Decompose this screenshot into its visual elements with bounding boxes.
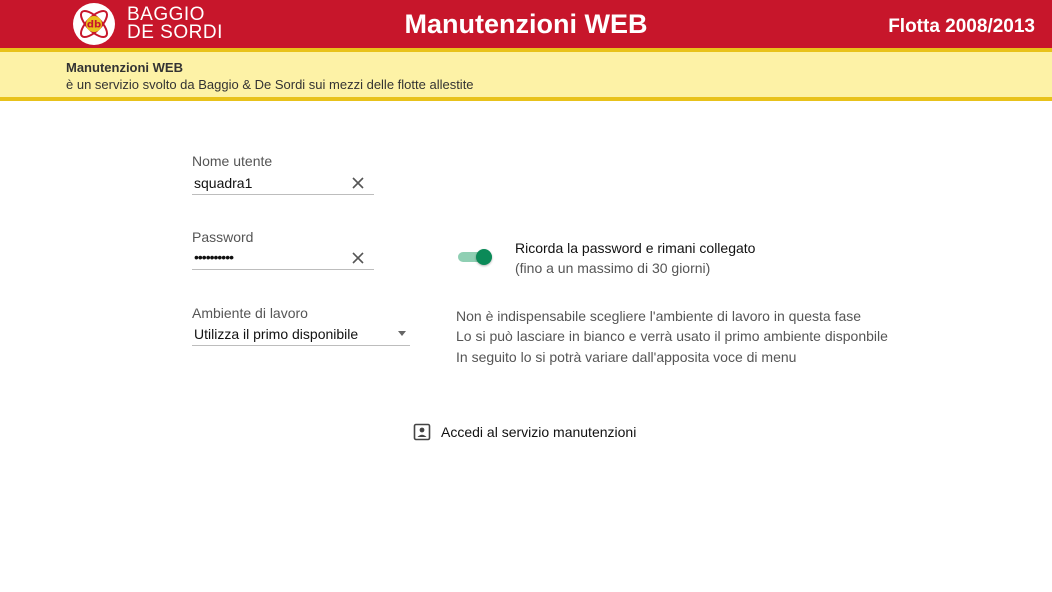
remember-toggle[interactable] bbox=[458, 249, 494, 265]
toggle-thumb bbox=[476, 249, 492, 265]
clear-username-icon[interactable] bbox=[351, 176, 365, 190]
banner-accent-line bbox=[0, 97, 1052, 101]
username-underline bbox=[192, 194, 374, 195]
info-line-1: Non è indispensabile scegliere l'ambient… bbox=[456, 308, 862, 324]
banner-subtitle: è un servizio svolto da Baggio & De Sord… bbox=[66, 77, 474, 92]
password-label: Password bbox=[192, 229, 254, 245]
info-line-3: In seguito lo si potrà variare dall'appo… bbox=[456, 349, 797, 365]
environment-label: Ambiente di lavoro bbox=[192, 305, 308, 321]
username-label: Nome utente bbox=[192, 153, 273, 169]
remember-sublabel: (fino a un massimo di 30 giorni) bbox=[515, 260, 711, 276]
remember-label: Ricorda la password e rimani collegato bbox=[515, 240, 756, 256]
banner-title: Manutenzioni WEB bbox=[66, 60, 183, 75]
info-line-2: Lo si può lasciare in bianco e verrà usa… bbox=[456, 328, 888, 344]
username-input[interactable]: squadra1 bbox=[194, 175, 252, 191]
password-input[interactable]: •••••••••• bbox=[194, 249, 234, 265]
environment-underline bbox=[192, 345, 410, 346]
chevron-down-icon[interactable] bbox=[398, 331, 406, 336]
login-button[interactable]: Accedi al servizio manutenzioni bbox=[408, 418, 658, 446]
fleet-label: Flotta 2008/2013 bbox=[888, 16, 1035, 37]
password-underline bbox=[192, 269, 374, 270]
login-button-label: Accedi al servizio manutenzioni bbox=[441, 424, 637, 440]
environment-select[interactable]: Utilizza il primo disponibile bbox=[194, 326, 358, 342]
account-box-icon bbox=[413, 423, 431, 441]
clear-password-icon[interactable] bbox=[351, 251, 365, 265]
